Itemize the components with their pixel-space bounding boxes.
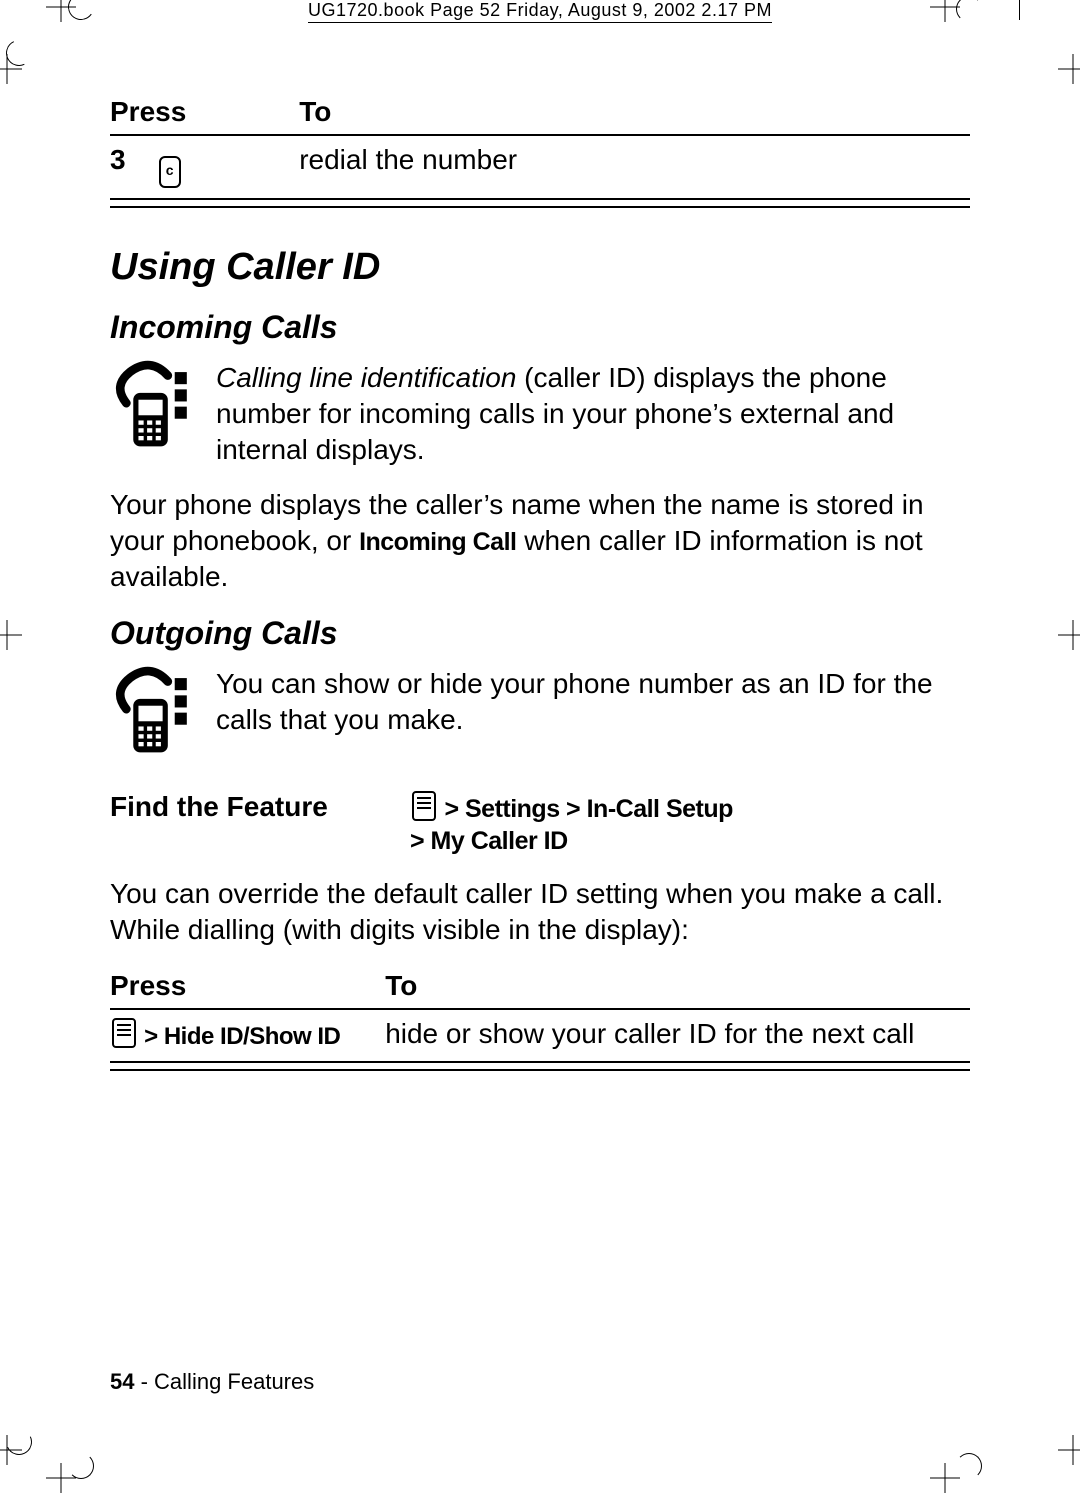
col-to: To [299, 90, 970, 135]
table-rule [110, 1061, 970, 1071]
chapter-name: Calling Features [154, 1369, 314, 1394]
override-paragraph: You can override the default caller ID s… [110, 876, 970, 948]
page-footer: 54 - Calling Features [110, 1369, 314, 1395]
menu-key-icon [112, 1018, 136, 1048]
find-feature-label: Find the Feature [110, 791, 410, 856]
doc-header: UG1720.book Page 52 Friday, August 9, 20… [110, 0, 970, 21]
col-press: Press [110, 964, 385, 1009]
col-press: Press [110, 90, 299, 135]
find-feature-path: > Settings > In-Call Setup > My Caller I… [410, 791, 970, 856]
subsection-outgoing: Outgoing Calls [110, 615, 970, 652]
menu-key-icon [412, 791, 436, 821]
outgoing-block: You can show or hide your phone number a… [110, 666, 970, 761]
page-number: 54 [110, 1369, 134, 1394]
table-row: 3 c redial the number [110, 135, 970, 196]
table-rule [110, 198, 970, 208]
table-row: > Hide ID/Show ID hide or show your call… [110, 1009, 970, 1059]
step-action: hide or show your caller ID for the next… [385, 1009, 970, 1059]
step-action: redial the number [299, 135, 970, 196]
step-number: 3 [110, 144, 126, 175]
incoming-block: Calling line identification (caller ID) … [110, 360, 970, 483]
page-body: Press To 3 c redial the number Using Cal… [110, 90, 970, 1395]
call-key-icon: c [159, 156, 181, 188]
phone-ring-icon [110, 666, 198, 761]
subsection-incoming: Incoming Calls [110, 309, 970, 346]
outgoing-p1: You can show or hide your phone number a… [216, 666, 970, 738]
phone-ring-icon [110, 360, 198, 455]
incoming-p1: Calling line identification (caller ID) … [216, 360, 970, 467]
hide-id-table: Press To > Hide ID/Show ID hide or show … [110, 964, 970, 1059]
col-to: To [385, 964, 970, 1009]
incoming-p2: Your phone displays the caller’s name wh… [110, 487, 970, 594]
find-feature-row: Find the Feature > Settings > In-Call Se… [110, 791, 970, 856]
section-heading: Using Caller ID [110, 246, 970, 289]
redial-table: Press To 3 c redial the number [110, 90, 970, 196]
